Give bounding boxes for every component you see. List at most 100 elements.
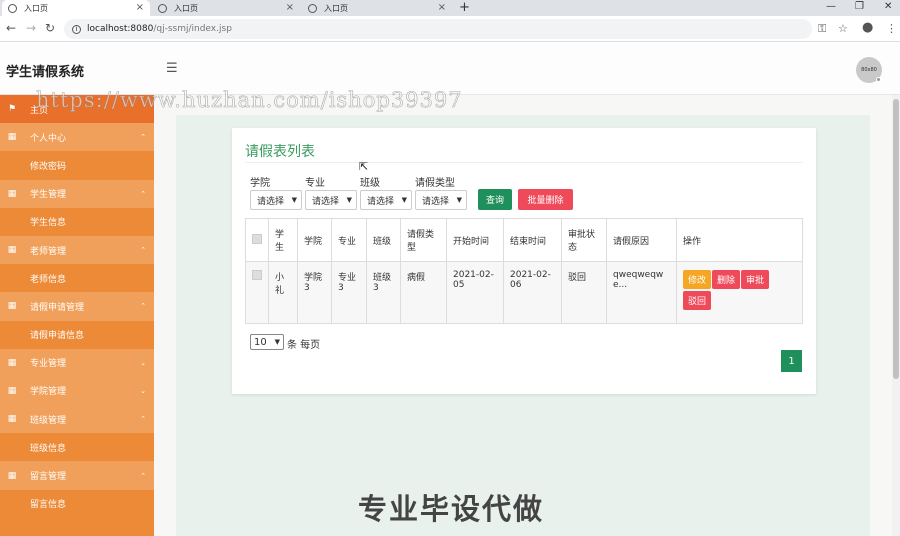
minimize-icon[interactable]: — (826, 0, 836, 14)
cell-major: 专业3 (331, 261, 367, 324)
browser-tab-bar: 入口页 × 入口页 × 入口页 × + — ❐ ✕ (0, 0, 900, 16)
scrollbar-thumb[interactable] (893, 99, 899, 379)
column-header: 结束时间 (503, 218, 562, 262)
sidebar-item-student-info[interactable]: 学生信息 (0, 207, 154, 236)
grid-icon: ▦ (7, 470, 17, 481)
sidebar-item-message-info[interactable]: 留言信息 (0, 489, 154, 518)
major-select[interactable]: 请选择 ▼ (305, 190, 357, 210)
class-select[interactable]: 请选择 ▼ (360, 190, 412, 210)
sidebar-group-messages[interactable]: ▦ 留言管理 ⌃ (0, 461, 154, 490)
row-checkbox[interactable] (252, 270, 262, 280)
tab-title: 入口页 (174, 3, 198, 13)
chevron-down-icon: ▼ (456, 196, 462, 204)
select-value: 请选择 (257, 196, 285, 207)
reload-icon[interactable]: ↻ (45, 21, 55, 35)
star-icon[interactable]: ☆ (838, 22, 848, 35)
grid-icon: ▦ (7, 188, 17, 199)
sidebar-group-teachers[interactable]: ▦ 老师管理 ⌃ (0, 235, 154, 265)
forward-icon[interactable]: → (26, 21, 36, 35)
sidebar-item-label: 请假申请信息 (30, 331, 85, 342)
leave-list-card: 请假表列表 学院 专业 班级 请假类型 请选择 ▼ 请选择 ▼ 请选择 ▼ 请选择 ▼ … (232, 128, 816, 394)
batch-delete-button[interactable]: 批量删除 (518, 189, 573, 210)
info-icon[interactable]: i (72, 24, 81, 34)
column-header: 请假类型 (400, 218, 447, 262)
delete-button[interactable]: 删除 (712, 270, 741, 289)
sidebar-group-leave[interactable]: ▦ 请假申请管理 ⌃ (0, 292, 154, 321)
grid-icon: ▦ (7, 414, 17, 425)
column-header: 审批状态 (561, 218, 607, 262)
back-icon[interactable]: ← (6, 21, 16, 35)
scrollbar[interactable] (892, 95, 900, 536)
cell-actions: 修改 删除 审批 驳回 (676, 261, 803, 324)
avatar-text: 80x80 (861, 67, 877, 73)
reject-button[interactable]: 驳回 (683, 291, 712, 310)
sidebar-item-label: 个人中心 (30, 133, 67, 144)
edit-button[interactable]: 修改 (683, 270, 712, 289)
sidebar-item-label: 请假申请管理 (30, 302, 85, 313)
menu-icon[interactable]: ⋮ (886, 22, 897, 35)
filter-label-college: 学院 (250, 178, 270, 189)
profile-icon[interactable]: ● (862, 20, 873, 35)
filter-label-leave-type: 请假类型 (415, 178, 455, 189)
sidebar-item-label: 学院管理 (30, 387, 67, 398)
key-icon[interactable]: ⚿ (818, 22, 826, 36)
sidebar-item-change-password[interactable]: 修改密码 (0, 151, 154, 180)
cell-reason: qweqweqwe... (606, 261, 677, 324)
browser-tab[interactable]: 入口页 × (152, 0, 300, 16)
grid-icon: ▦ (7, 385, 17, 396)
college-select[interactable]: 请选择 ▼ (250, 190, 302, 210)
column-header: 学生 (268, 218, 298, 262)
column-header: 请假原因 (606, 218, 677, 262)
query-button[interactable]: 查询 (478, 189, 512, 210)
page-number-button[interactable]: 1 (781, 350, 802, 372)
page-size-select[interactable]: 10 ▼ (250, 334, 284, 350)
select-value: 请选择 (312, 196, 340, 207)
window-close-icon[interactable]: ✕ (884, 0, 892, 14)
url-host: localhost:8080 (87, 24, 154, 34)
sidebar-item-label: 修改密码 (30, 161, 67, 172)
cell-leave-type: 病假 (400, 261, 447, 324)
sidebar-group-personal[interactable]: ▦ 个人中心 ⌃ (0, 123, 154, 152)
watermark-url: https://www.huzhan.com/ishop39397 (36, 88, 463, 113)
leave-type-select[interactable]: 请选择 ▼ (415, 190, 467, 210)
filter-label-major: 专业 (305, 178, 325, 189)
sidebar-item-class-info[interactable]: 班级信息 (0, 433, 154, 462)
select-all-checkbox[interactable] (252, 233, 262, 244)
hamburger-icon[interactable]: ☰ (166, 61, 178, 76)
sidebar-item-label: 班级管理 (30, 415, 67, 426)
avatar[interactable]: 80x80 (856, 57, 882, 83)
sidebar-group-students[interactable]: ▦ 学生管理 ⌃ (0, 179, 154, 208)
close-icon[interactable]: × (286, 2, 294, 13)
cell-class: 班级3 (366, 261, 401, 324)
restore-icon[interactable]: ❐ (855, 0, 864, 14)
cell-college: 学院3 (297, 261, 332, 324)
flag-icon: ⚑ (7, 104, 17, 115)
sidebar-group-class[interactable]: ▦ 班级管理 ⌃ (0, 405, 154, 434)
new-tab-icon[interactable]: + (459, 0, 470, 16)
page-title: 请假表列表 (245, 144, 315, 160)
chevron-up-icon: ⌃ (140, 471, 146, 480)
browser-tab[interactable]: 入口页 × (2, 0, 150, 16)
browser-tab[interactable]: 入口页 × (302, 0, 452, 16)
table-row: 小礼 学院3 专业3 班级3 病假 2021-02-05 2021-02-06 … (245, 261, 803, 324)
divider (245, 162, 803, 163)
approve-button[interactable]: 审批 (741, 270, 770, 289)
cell-student: 小礼 (268, 261, 298, 324)
table-header-row: 学生 学院 专业 班级 请假类型 开始时间 结束时间 审批状态 请假原因 操作 (245, 218, 803, 262)
column-header: 学院 (297, 218, 332, 262)
sidebar-group-major[interactable]: ▦ 专业管理 ⌄ (0, 348, 154, 377)
chevron-up-icon: ⌃ (140, 415, 146, 424)
sidebar-item-label: 留言管理 (30, 472, 67, 483)
app-title: 学生请假系统 (6, 65, 85, 80)
sidebar-item-leave-info[interactable]: 请假申请信息 (0, 320, 154, 349)
grid-icon: ▦ (7, 301, 17, 312)
sidebar-item-label: 班级信息 (30, 443, 67, 454)
url-input[interactable]: i localhost:8080/qj-ssmj/index.jsp (64, 19, 812, 39)
sidebar-item-teacher-info[interactable]: 老师信息 (0, 264, 154, 293)
close-icon[interactable]: × (438, 2, 446, 13)
globe-icon (158, 3, 167, 13)
chevron-down-icon: ▼ (291, 196, 297, 204)
close-icon[interactable]: × (136, 2, 144, 13)
sidebar-group-college[interactable]: ▦ 学院管理 ⌄ (0, 376, 154, 406)
tab-title: 入口页 (24, 3, 48, 13)
